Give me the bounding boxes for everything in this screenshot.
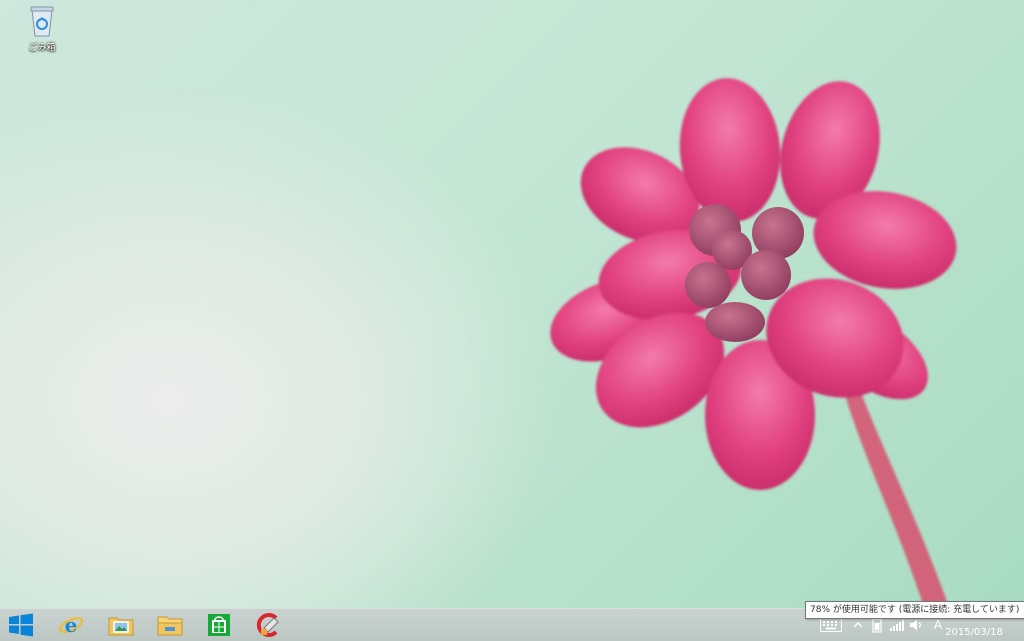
svg-text:e: e <box>65 613 78 637</box>
folder-image-icon <box>108 617 134 636</box>
start-button[interactable] <box>1 609 41 641</box>
taskbar-ccleaner[interactable] <box>249 609 289 641</box>
taskbar-internet-explorer[interactable]: e <box>51 609 91 641</box>
keyboard-icon <box>820 618 842 632</box>
desktop: ごみ箱 <box>0 0 1024 610</box>
recycle-bin-icon <box>30 6 54 37</box>
battery-icon <box>872 617 882 633</box>
volume-icon <box>910 619 922 631</box>
taskbar-file-explorer[interactable] <box>150 609 190 641</box>
file-explorer-icon <box>157 616 183 636</box>
internet-explorer-icon: e <box>58 613 84 637</box>
recycle-bin-label: ごみ箱 <box>28 43 56 53</box>
battery-status-tooltip: 78% が使用可能です (電源に接続: 充電しています) <box>805 601 1024 619</box>
network-signal-icon <box>890 620 904 631</box>
desktop-icon-recycle-bin[interactable]: ごみ箱 <box>22 4 62 60</box>
wallpaper-flower <box>550 78 957 610</box>
ccleaner-icon <box>256 613 279 637</box>
show-hidden-icons-icon <box>854 622 862 628</box>
windows-store-icon <box>208 614 230 636</box>
clock-date: 2015/03/18 <box>945 627 1003 638</box>
taskbar-windows-store[interactable] <box>199 609 239 641</box>
taskbar-photo-folder[interactable] <box>101 609 141 641</box>
windows-start-icon <box>9 613 33 637</box>
